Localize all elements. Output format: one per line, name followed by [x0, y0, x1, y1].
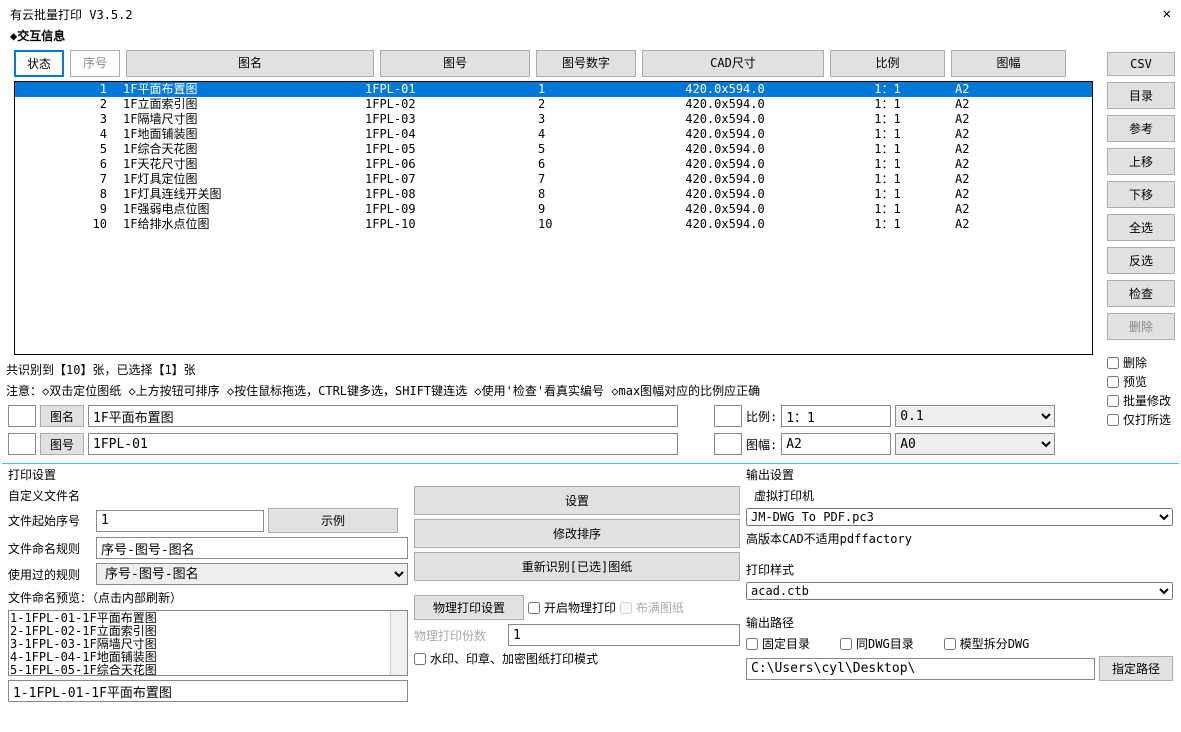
sidebar-参考[interactable]: 参考 [1107, 115, 1175, 142]
fixed-dir-check[interactable] [746, 638, 758, 650]
check-预览[interactable] [1107, 376, 1119, 388]
table-row[interactable]: 11F平面布置图1FPL-011420.0x594.01：1A2 [15, 82, 1092, 97]
watermark-check[interactable] [414, 653, 426, 665]
printer-warning: 高版本CAD不适用pdffactory [746, 530, 1173, 547]
code-label[interactable]: 图号 [40, 433, 84, 455]
table-row[interactable]: 61F天花尺寸图1FPL-066420.0x594.01：1A2 [15, 157, 1092, 172]
check-删除[interactable] [1107, 357, 1119, 369]
print-style-label: 打印样式 [746, 561, 1173, 578]
settings-button[interactable]: 设置 [414, 486, 740, 515]
frame-label: 图幅: [746, 436, 777, 453]
preview-list[interactable]: 1-1FPL-01-1F平面布置图2-1FPL-02-1F立面索引图3-1FPL… [8, 610, 408, 676]
scale-select[interactable]: 0.1 [895, 405, 1055, 427]
scale-input[interactable] [781, 405, 891, 427]
reidentify-button[interactable]: 重新识别[已选]图纸 [414, 552, 740, 581]
header-cad[interactable]: CAD尺寸 [642, 50, 824, 77]
name-input[interactable] [88, 405, 678, 427]
table-row[interactable]: 71F灯具定位图1FPL-077420.0x594.01：1A2 [15, 172, 1092, 187]
table-row[interactable]: 101F给排水点位图1FPL-1010420.0x594.01：1A2 [15, 217, 1092, 232]
selected-preview-input[interactable] [8, 680, 408, 702]
check-仅打所选[interactable] [1107, 414, 1119, 426]
sidebar-上移[interactable]: 上移 [1107, 148, 1175, 175]
header-status[interactable]: 状态 [14, 50, 64, 77]
frame-input[interactable] [781, 433, 891, 455]
frame-color-box[interactable] [714, 433, 742, 455]
list-item[interactable]: 5-1FPL-05-1F综合天花图 [10, 664, 406, 676]
output-path-label: 输出路径 [746, 614, 1173, 631]
section-interaction: 交互信息 [0, 25, 1181, 48]
check-批量修改[interactable] [1107, 395, 1119, 407]
print-section-title: 打印设置 [8, 466, 408, 483]
physical-settings-button[interactable]: 物理打印设置 [414, 595, 524, 620]
rule-label: 文件命名规则 [8, 540, 92, 557]
name-label[interactable]: 图名 [40, 405, 84, 427]
scale-label: 比例: [746, 408, 777, 425]
reorder-button[interactable]: 修改排序 [414, 519, 740, 548]
full-paper-check [620, 602, 632, 614]
physical-copies-label: 物理打印份数 [414, 627, 504, 644]
print-style-select[interactable]: acad.ctb [746, 582, 1173, 600]
code-color-box[interactable] [8, 433, 36, 455]
example-button[interactable]: 示例 [268, 508, 398, 533]
table-row[interactable]: 51F综合天花图1FPL-055420.0x594.01：1A2 [15, 142, 1092, 157]
header-num[interactable]: 序号 [70, 50, 120, 77]
header-codenum[interactable]: 图号数字 [536, 50, 636, 77]
table-row[interactable]: 21F立面索引图1FPL-022420.0x594.01：1A2 [15, 97, 1092, 112]
data-table[interactable]: 11F平面布置图1FPL-011420.0x594.01：1A221F立面索引图… [14, 81, 1093, 355]
sidebar-目录[interactable]: 目录 [1107, 82, 1175, 109]
sidebar-反选[interactable]: 反选 [1107, 247, 1175, 274]
physical-copies-input[interactable] [508, 624, 740, 646]
used-rule-select[interactable]: 序号-图号-图名 [96, 563, 408, 585]
same-dwg-check[interactable] [840, 638, 852, 650]
split-model-check[interactable] [944, 638, 956, 650]
rule-input[interactable] [96, 537, 408, 559]
sidebar-检查[interactable]: 检查 [1107, 280, 1175, 307]
table-header: 状态 序号 图名 图号 图号数字 CAD尺寸 比例 图幅 [0, 48, 1101, 81]
output-path-input[interactable] [746, 658, 1095, 680]
printer-select[interactable]: JM-DWG To PDF.pc3 [746, 508, 1173, 526]
header-name[interactable]: 图名 [126, 50, 374, 77]
choose-path-button[interactable]: 指定路径 [1099, 656, 1173, 681]
name-color-box[interactable] [8, 405, 36, 427]
status-summary: 共识别到【10】张，已选择【1】张 [0, 359, 1101, 380]
start-num-label: 文件起始序号 [8, 512, 92, 529]
header-frame[interactable]: 图幅 [951, 50, 1066, 77]
table-row[interactable]: 41F地面铺装图1FPL-044420.0x594.01：1A2 [15, 127, 1092, 142]
table-row[interactable]: 91F强弱电点位图1FPL-099420.0x594.01：1A2 [15, 202, 1092, 217]
output-section-title: 输出设置 [746, 466, 1173, 483]
header-scale[interactable]: 比例 [830, 50, 945, 77]
table-row[interactable]: 31F隔墙尺寸图1FPL-033420.0x594.01：1A2 [15, 112, 1092, 127]
code-input[interactable] [88, 433, 678, 455]
start-num-input[interactable] [96, 510, 264, 532]
scale-color-box[interactable] [714, 405, 742, 427]
used-rule-label: 使用过的规则 [8, 566, 92, 583]
sidebar-删除[interactable]: 删除 [1107, 313, 1175, 340]
virtual-printer-label: 虚拟打印机 [746, 487, 1173, 504]
sidebar-下移[interactable]: 下移 [1107, 181, 1175, 208]
hint-text: 注意：◇双击定位图纸 ◇上方按钮可排序 ◇按住鼠标拖选，CTRL键多选，SHIF… [0, 380, 1101, 401]
preview-label: 文件命名预览：（点击内部刷新） [8, 589, 408, 606]
sidebar-全选[interactable]: 全选 [1107, 214, 1175, 241]
open-physical-check[interactable] [528, 602, 540, 614]
window-title: 有云批量打印 V3.5.2 [10, 6, 133, 23]
close-icon[interactable]: ✕ [1163, 6, 1171, 23]
header-code[interactable]: 图号 [380, 50, 530, 77]
frame-select[interactable]: A0 [895, 433, 1055, 455]
table-row[interactable]: 81F灯具连线开关图1FPL-088420.0x594.01：1A2 [15, 187, 1092, 202]
custom-filename-label: 自定义文件名 [8, 487, 408, 504]
sidebar-CSV[interactable]: CSV [1107, 52, 1175, 76]
